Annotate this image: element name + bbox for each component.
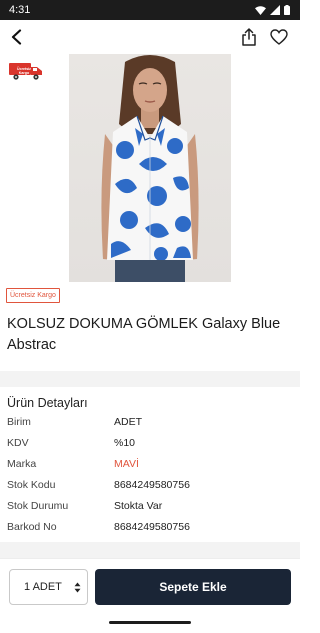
cargo-badge-text: Ücretsiz Kargo [14, 67, 34, 76]
share-button[interactable] [238, 25, 260, 49]
detail-label: Stok Kodu [7, 479, 56, 491]
bottom-action-bar: 1 ADET Sepete Ekle [0, 558, 300, 619]
detail-label: Marka [7, 458, 37, 470]
brand-link[interactable]: MAVİ [114, 458, 139, 476]
product-image[interactable] [69, 54, 231, 282]
model-photo [101, 55, 199, 282]
detail-row-barcode: Barkod No 8684249580756 [7, 521, 293, 539]
status-bar: 4:31 [0, 0, 300, 20]
detail-row-unit: Birim ADET [7, 416, 293, 434]
product-title: KOLSUZ DOKUMA GÖMLEK Galaxy Blue Abstrac [7, 316, 281, 353]
gesture-nav-handle[interactable] [109, 621, 191, 624]
detail-row-vat: KDV %10 [7, 437, 293, 455]
detail-row-stock-code: Stok Kodu 8684249580756 [7, 479, 293, 497]
detail-row-stock-status: Stok Durumu Stokta Var [7, 500, 293, 518]
quantity-value: 1 ADET [24, 581, 62, 593]
quantity-select[interactable]: 1 ADET [9, 569, 88, 605]
detail-label: Barkod No [7, 521, 57, 533]
wifi-icon [255, 5, 266, 15]
share-icon [242, 28, 256, 46]
detail-value: Stokta Var [114, 500, 163, 512]
details-heading: Ürün Detayları [7, 396, 88, 410]
cargo-badge-line2: Kargo [18, 70, 30, 75]
heart-icon [270, 29, 288, 45]
detail-label: KDV [7, 437, 29, 449]
free-shipping-tag: Ücretsiz Kargo [6, 288, 60, 303]
detail-row-brand: Marka MAVİ [7, 458, 293, 476]
add-to-cart-button[interactable]: Sepete Ekle [95, 569, 291, 605]
status-icons [255, 5, 290, 15]
favorite-button[interactable] [268, 25, 290, 49]
detail-value: 8684249580756 [114, 479, 190, 491]
detail-value: ADET [114, 416, 143, 428]
section-divider [0, 371, 300, 387]
signal-icon [270, 5, 280, 15]
status-time: 4:31 [9, 4, 31, 16]
detail-label: Stok Durumu [7, 500, 69, 512]
sort-arrows-icon [74, 582, 81, 592]
detail-value: %10 [114, 437, 136, 449]
battery-icon [284, 5, 290, 15]
detail-label: Birim [7, 416, 31, 428]
back-button[interactable] [6, 26, 26, 48]
top-bar [0, 20, 300, 54]
back-arrow-icon [11, 29, 22, 45]
section-divider-bottom [0, 542, 300, 558]
detail-value: 8684249580756 [114, 521, 190, 533]
